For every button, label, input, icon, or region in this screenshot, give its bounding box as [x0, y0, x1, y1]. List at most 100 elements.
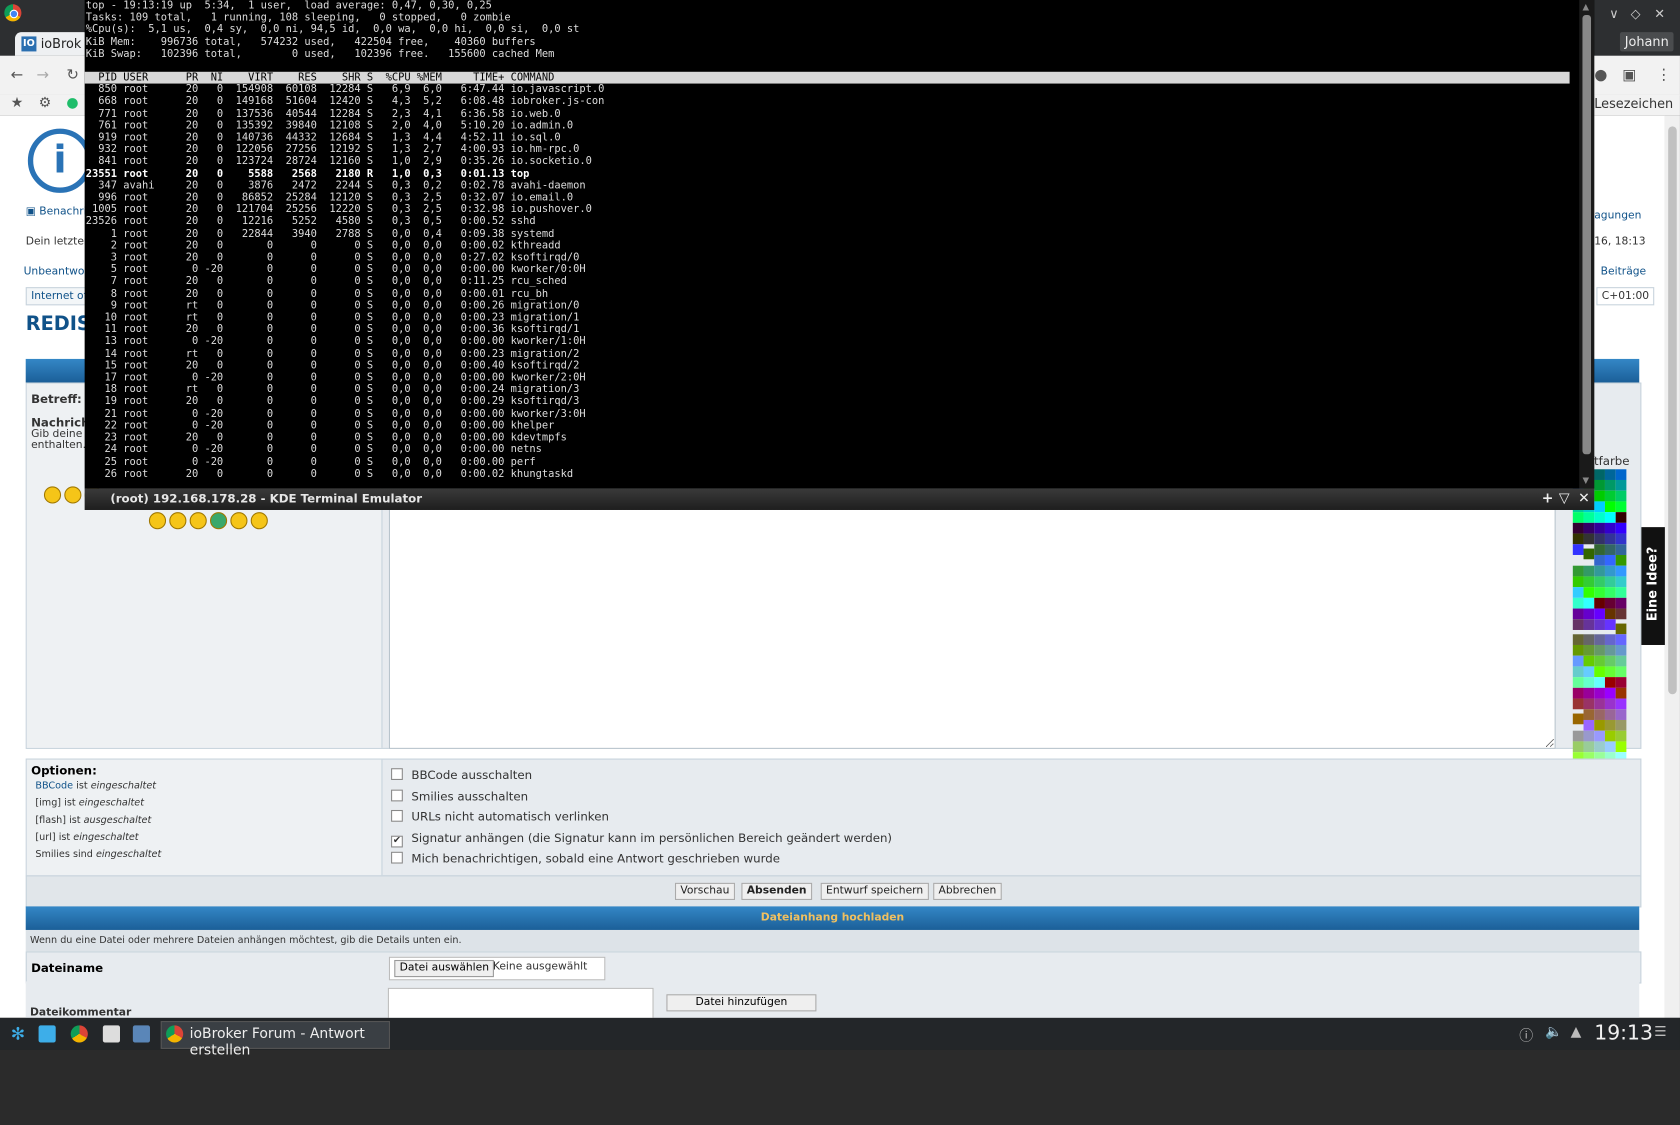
color-swatch[interactable] [1572, 512, 1584, 523]
color-swatch[interactable] [1583, 565, 1595, 577]
color-swatch[interactable] [1615, 576, 1627, 588]
back-arrow-icon[interactable]: ← [11, 66, 24, 83]
color-swatch[interactable] [1594, 554, 1605, 566]
unanswered-link[interactable]: Unbeantwor [24, 266, 89, 278]
settings-gear-icon[interactable]: ⚙ [39, 95, 51, 111]
color-swatch[interactable] [1572, 565, 1584, 577]
add-file-button[interactable]: Datei hinzufügen [666, 994, 817, 1012]
color-swatch[interactable] [1615, 709, 1627, 720]
color-swatch[interactable] [1594, 730, 1605, 742]
color-swatch[interactable] [1615, 554, 1627, 566]
geek-smiley-icon[interactable] [209, 512, 228, 530]
color-swatch[interactable] [1594, 522, 1605, 534]
color-swatch[interactable] [1594, 687, 1605, 699]
color-swatch[interactable] [1594, 741, 1605, 753]
close-window-icon[interactable]: ✕ [1654, 6, 1665, 21]
kde-menu-icon[interactable]: ✻ [11, 1023, 28, 1043]
option-disable-smilies[interactable]: Smilies ausschalten [391, 789, 528, 804]
browser-tab-active[interactable]: IO ioBrok [14, 32, 90, 56]
color-swatch[interactable] [1615, 522, 1627, 534]
new-session-icon[interactable]: + [1542, 489, 1554, 510]
color-swatch[interactable] [1604, 619, 1616, 630]
file-comment-input[interactable] [387, 987, 654, 1018]
color-swatch[interactable] [1583, 634, 1595, 645]
color-swatch[interactable] [1594, 634, 1605, 645]
color-swatch[interactable] [1583, 608, 1595, 620]
calendar-app-icon[interactable] [102, 1025, 120, 1043]
color-swatch[interactable] [1604, 698, 1616, 710]
color-swatch[interactable] [1615, 501, 1627, 513]
smiley-icon[interactable] [64, 486, 82, 504]
color-swatch[interactable] [1615, 544, 1627, 555]
color-swatch[interactable] [1615, 490, 1627, 502]
smiley-icon[interactable] [43, 486, 62, 504]
color-swatch[interactable] [1572, 655, 1584, 667]
color-swatch[interactable] [1583, 548, 1595, 560]
color-swatch[interactable] [1594, 501, 1605, 513]
color-swatch[interactable] [1604, 479, 1616, 491]
tray-expand-icon[interactable]: ▲ [1571, 1024, 1582, 1040]
menu-kebab-icon[interactable]: ⋮ [1656, 66, 1671, 83]
color-swatch[interactable] [1572, 522, 1584, 534]
cast-icon[interactable]: ▣ [1622, 66, 1636, 83]
color-swatch[interactable] [1615, 587, 1627, 598]
terminal-scrollbar[interactable]: ▲ ▼ [1579, 0, 1595, 489]
color-swatch[interactable] [1594, 469, 1605, 480]
color-swatch[interactable] [1594, 619, 1605, 630]
color-swatch[interactable] [1583, 522, 1595, 534]
color-swatch[interactable] [1604, 576, 1616, 588]
notifications-link[interactable]: ▣ Benachri [26, 206, 87, 218]
notification-tray-icon[interactable]: ⓘ [1519, 1024, 1533, 1045]
color-swatch[interactable] [1594, 655, 1605, 667]
color-swatch[interactable] [1594, 490, 1605, 502]
window-app-icon[interactable] [132, 1025, 150, 1043]
color-swatch[interactable] [1604, 501, 1616, 513]
color-swatch[interactable] [1604, 554, 1616, 566]
color-swatch[interactable] [1615, 623, 1627, 635]
submit-button[interactable]: Absenden [741, 882, 812, 900]
color-swatch[interactable] [1583, 512, 1595, 523]
terminal-close-icon[interactable]: ✕ [1578, 489, 1590, 510]
color-swatch[interactable] [1604, 655, 1616, 667]
color-swatch[interactable] [1572, 576, 1584, 588]
color-swatch[interactable] [1615, 608, 1627, 620]
color-swatch[interactable] [1604, 565, 1616, 577]
color-swatch[interactable] [1604, 490, 1616, 502]
smiley-icon[interactable] [230, 512, 248, 530]
color-swatch[interactable] [1583, 709, 1595, 720]
color-swatch[interactable] [1604, 687, 1616, 699]
color-swatch[interactable] [1594, 512, 1605, 523]
color-swatch[interactable] [1572, 698, 1584, 710]
maximize-icon[interactable]: ◇ [1631, 6, 1641, 21]
checkbox[interactable] [391, 789, 403, 802]
checkbox[interactable] [391, 768, 403, 780]
color-swatch[interactable] [1583, 576, 1595, 588]
terminal-scroll-thumb[interactable] [1582, 14, 1592, 455]
color-swatch[interactable] [1572, 619, 1584, 630]
color-swatch[interactable] [1604, 644, 1616, 656]
terminal-titlebar[interactable]: (root) 192.168.178.28 - KDE Terminal Emu… [84, 488, 1595, 510]
color-swatch[interactable] [1594, 719, 1605, 731]
taskbar-browser-task[interactable]: ioBroker Forum - Antwort erstellen [160, 1021, 390, 1059]
profile-button[interactable]: Johann [1619, 32, 1674, 52]
volume-icon[interactable]: 🔈 [1545, 1024, 1562, 1040]
color-swatch[interactable] [1594, 479, 1605, 491]
message-textarea[interactable] [388, 502, 1556, 749]
color-swatch[interactable] [1583, 719, 1595, 731]
questions-link[interactable]: agungen [1594, 210, 1641, 222]
reload-icon[interactable]: ↻ [66, 66, 79, 83]
iobroker-logo[interactable]: i [27, 128, 93, 193]
smiley-icon[interactable] [250, 512, 268, 530]
taskbar-clock[interactable]: 19:13 [1594, 1021, 1653, 1045]
color-swatch[interactable] [1615, 565, 1627, 577]
color-swatch[interactable] [1604, 677, 1616, 688]
color-swatch[interactable] [1583, 533, 1595, 545]
color-swatch[interactable] [1604, 522, 1616, 534]
terminal-window[interactable]: top - 19:13:19 up 5:34, 1 user, load ave… [84, 0, 1595, 489]
page-title[interactable]: REDIS [26, 313, 91, 335]
color-swatch[interactable] [1594, 644, 1605, 656]
color-swatch[interactable] [1583, 687, 1595, 699]
color-swatch[interactable] [1572, 713, 1584, 725]
color-swatch[interactable] [1604, 587, 1616, 598]
color-swatch[interactable] [1615, 644, 1627, 656]
